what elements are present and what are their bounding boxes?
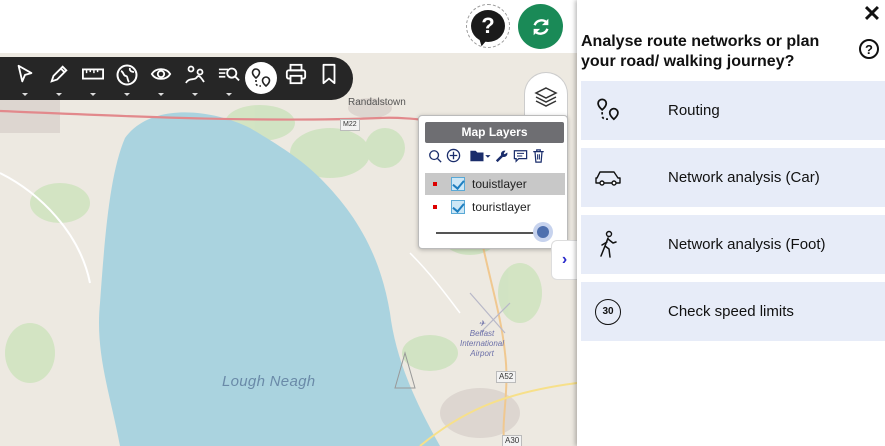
menu-item-speed-limits[interactable]: 30 Check speed limits bbox=[581, 282, 885, 341]
panel-help-icon[interactable]: ? bbox=[859, 39, 879, 59]
layer-name: touistlayer bbox=[472, 177, 527, 191]
search-map-icon bbox=[218, 67, 240, 82]
search-map-tool[interactable] bbox=[214, 63, 244, 96]
speed-limit-icon: 30 bbox=[595, 298, 621, 325]
route-sketch-icon bbox=[185, 65, 205, 84]
routing-side-panel: ✕ Analyse route networks or plan your ro… bbox=[577, 0, 885, 446]
menu-item-routing[interactable]: Routing bbox=[581, 81, 885, 140]
pointer-tool[interactable] bbox=[10, 63, 40, 96]
menu-item-label: Check speed limits bbox=[668, 303, 794, 320]
question-bubble-icon: ? bbox=[471, 10, 505, 42]
help-button[interactable]: ? bbox=[466, 4, 510, 48]
routing-tool[interactable] bbox=[245, 62, 277, 94]
map-layers-panel: Map Layers touistlayer touristlayer bbox=[418, 115, 568, 249]
app-root: Randalstown Lough Neagh ✈ Belfast Intern… bbox=[0, 0, 885, 446]
menu-item-network-car[interactable]: Network analysis (Car) bbox=[581, 148, 885, 207]
menu-item-network-foot[interactable]: Network analysis (Foot) bbox=[581, 215, 885, 274]
airport-label: ✈ Belfast International Airport bbox=[460, 319, 505, 358]
walking-icon bbox=[600, 230, 617, 258]
zoom-to-layer-icon[interactable] bbox=[428, 149, 442, 168]
layer-row[interactable]: touristlayer bbox=[425, 196, 565, 218]
layers-toolbar bbox=[428, 148, 545, 168]
car-icon bbox=[595, 170, 621, 186]
globe-tool[interactable] bbox=[112, 63, 142, 96]
opacity-slider-track[interactable] bbox=[436, 232, 544, 234]
print-icon bbox=[285, 63, 307, 85]
routing-icon bbox=[251, 68, 271, 88]
globe-icon bbox=[116, 64, 138, 86]
routing-icon bbox=[597, 97, 619, 120]
draw-tool[interactable] bbox=[44, 63, 74, 96]
close-icon: ✕ bbox=[862, 1, 882, 26]
road-shield: M22 bbox=[340, 119, 360, 131]
layer-comment-icon[interactable] bbox=[513, 149, 528, 168]
opacity-slider-handle[interactable] bbox=[533, 222, 553, 242]
bookmark-icon bbox=[322, 63, 336, 85]
map-layers-title: Map Layers bbox=[425, 122, 564, 143]
route-sketch-tool[interactable] bbox=[180, 63, 210, 96]
folder-dropdown-icon[interactable] bbox=[469, 149, 491, 168]
eye-icon bbox=[150, 68, 172, 80]
layer-settings-icon[interactable] bbox=[495, 149, 509, 168]
top-bar: ? bbox=[0, 0, 577, 53]
pointer-icon bbox=[17, 64, 33, 83]
layer-color-swatch bbox=[433, 182, 437, 186]
map-canvas[interactable]: Randalstown Lough Neagh ✈ Belfast Intern… bbox=[0, 53, 577, 446]
panel-title: Analyse route networks or plan your road… bbox=[581, 33, 820, 70]
delete-layer-icon[interactable] bbox=[532, 148, 545, 168]
layer-visibility-checkbox[interactable] bbox=[451, 200, 465, 214]
road-shield: A30 bbox=[502, 435, 523, 446]
layer-visibility-checkbox[interactable] bbox=[451, 177, 465, 191]
menu-item-label: Network analysis (Car) bbox=[668, 169, 820, 186]
draw-icon bbox=[50, 65, 68, 83]
collapse-panel-button[interactable]: › bbox=[551, 240, 577, 280]
road-shield: A52 bbox=[496, 371, 517, 383]
layer-name: touristlayer bbox=[472, 200, 531, 214]
layers-stack-icon bbox=[534, 86, 558, 107]
close-panel-button[interactable]: ✕ bbox=[861, 3, 883, 25]
add-layer-icon[interactable] bbox=[446, 148, 461, 168]
layer-color-swatch bbox=[433, 205, 437, 209]
print-tool[interactable] bbox=[281, 63, 311, 95]
map-toolbar bbox=[0, 57, 353, 100]
lake-label: Lough Neagh bbox=[222, 373, 316, 390]
visibility-tool[interactable] bbox=[146, 63, 176, 96]
measure-tool[interactable] bbox=[78, 63, 108, 96]
chevron-right-icon: › bbox=[561, 251, 568, 268]
place-label: Randalstown bbox=[348, 97, 406, 108]
bookmark-tool[interactable] bbox=[314, 63, 344, 95]
layer-row[interactable]: touistlayer bbox=[425, 173, 565, 195]
refresh-button[interactable] bbox=[518, 4, 563, 49]
menu-item-label: Routing bbox=[668, 102, 720, 119]
refresh-icon bbox=[532, 18, 549, 35]
measure-icon bbox=[82, 68, 104, 80]
menu-item-label: Network analysis (Foot) bbox=[668, 236, 826, 253]
